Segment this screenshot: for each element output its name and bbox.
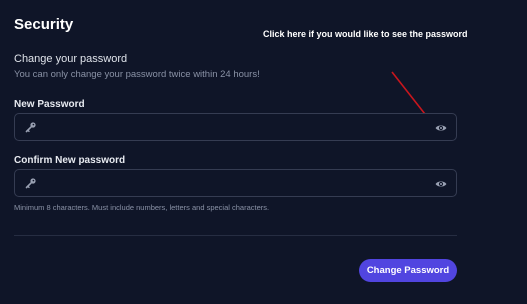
change-password-heading: Change your password: [14, 53, 128, 65]
confirm-password-input[interactable]: [49, 170, 420, 198]
new-password-field[interactable]: [14, 113, 457, 142]
change-limit-hint: You can only change your password twice …: [14, 69, 260, 80]
page-title: Security: [14, 16, 74, 33]
password-requirements-note: Minimum 8 characters. Must include numbe…: [14, 203, 270, 212]
eye-icon[interactable]: [435, 178, 447, 190]
confirm-password-label: Confirm New password: [14, 155, 126, 166]
divider: [14, 235, 457, 236]
key-icon: [25, 178, 36, 189]
key-icon: [25, 122, 36, 133]
change-password-button[interactable]: Change Password: [359, 259, 457, 282]
confirm-password-field[interactable]: [14, 169, 457, 198]
new-password-label: New Password: [14, 99, 85, 110]
new-password-input[interactable]: [49, 114, 420, 142]
eye-icon[interactable]: [435, 122, 447, 134]
annotation-text: Click here if you would like to see the …: [263, 29, 468, 39]
